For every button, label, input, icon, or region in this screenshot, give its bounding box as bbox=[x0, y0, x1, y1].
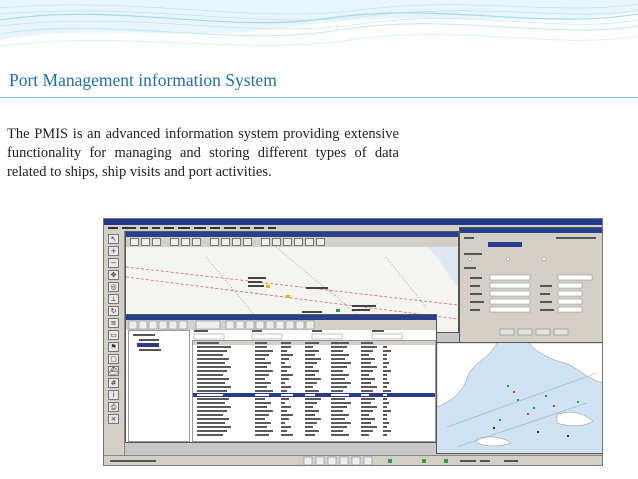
tool-button[interactable] bbox=[261, 238, 270, 246]
pan-icon[interactable]: ✥ bbox=[108, 270, 119, 280]
layers-icon[interactable]: ≡ bbox=[108, 318, 119, 328]
select-icon[interactable]: ▢ bbox=[108, 354, 119, 364]
flag-icon[interactable]: ⚑ bbox=[108, 342, 119, 352]
grid-icon[interactable]: # bbox=[108, 378, 119, 388]
vessel-table bbox=[192, 340, 436, 442]
tool-button[interactable] bbox=[294, 238, 303, 246]
tool-button[interactable] bbox=[141, 238, 150, 246]
header-wave-decoration bbox=[0, 0, 638, 47]
tool-button[interactable] bbox=[192, 238, 201, 246]
tool-button[interactable] bbox=[232, 238, 241, 246]
close-icon[interactable]: × bbox=[108, 414, 119, 424]
slide-description: The PMIS is an advanced information syst… bbox=[7, 126, 399, 181]
target-icon[interactable]: ◎ bbox=[108, 282, 119, 292]
zoom-out-icon[interactable]: − bbox=[108, 258, 119, 268]
sea-chart[interactable] bbox=[436, 342, 602, 454]
pmis-screenshot: ↖ + − ✥ ◎ ⟂ ↻ ≡ ▭ ⚑ ▢ ⛴ # i ⎙ × bbox=[103, 218, 603, 466]
ruler-icon[interactable]: ▭ bbox=[108, 330, 119, 340]
tool-button[interactable] bbox=[170, 238, 179, 246]
target-identification-window bbox=[459, 227, 603, 344]
tool-button[interactable] bbox=[221, 238, 230, 246]
table-row[interactable] bbox=[193, 433, 435, 437]
map-toolstrip: ↖ + − ✥ ◎ ⟂ ↻ ≡ ▭ ⚑ ▢ ⛴ # i ⎙ × bbox=[104, 231, 125, 465]
pointer-icon[interactable]: ↖ bbox=[108, 234, 119, 244]
tool-button[interactable] bbox=[305, 238, 314, 246]
info-icon[interactable]: i bbox=[108, 390, 119, 400]
chart-window-toolbar bbox=[126, 237, 458, 247]
measure-icon[interactable]: ⟂ bbox=[108, 294, 119, 304]
slide-title: Port Management information System bbox=[9, 70, 277, 90]
refresh-icon[interactable]: ↻ bbox=[108, 306, 119, 316]
app-statusbar bbox=[104, 455, 602, 465]
title-divider bbox=[0, 97, 638, 98]
tool-button[interactable] bbox=[272, 238, 281, 246]
tool-button[interactable] bbox=[130, 238, 139, 246]
vessel-icon[interactable]: ⛴ bbox=[108, 366, 119, 376]
tool-button[interactable] bbox=[316, 238, 325, 246]
tool-button[interactable] bbox=[243, 238, 252, 246]
vessel-filter-bar bbox=[193, 330, 403, 340]
vessel-window-toolbar bbox=[126, 320, 436, 330]
tool-button[interactable] bbox=[152, 238, 161, 246]
tool-button[interactable] bbox=[210, 238, 219, 246]
identification-form[interactable] bbox=[460, 233, 603, 343]
zoom-in-icon[interactable]: + bbox=[108, 246, 119, 256]
tool-button[interactable] bbox=[181, 238, 190, 246]
print-icon[interactable]: ⎙ bbox=[108, 402, 119, 412]
vessel-category-tree[interactable] bbox=[128, 330, 190, 442]
vessel-list-window bbox=[125, 314, 437, 443]
tool-button[interactable] bbox=[283, 238, 292, 246]
